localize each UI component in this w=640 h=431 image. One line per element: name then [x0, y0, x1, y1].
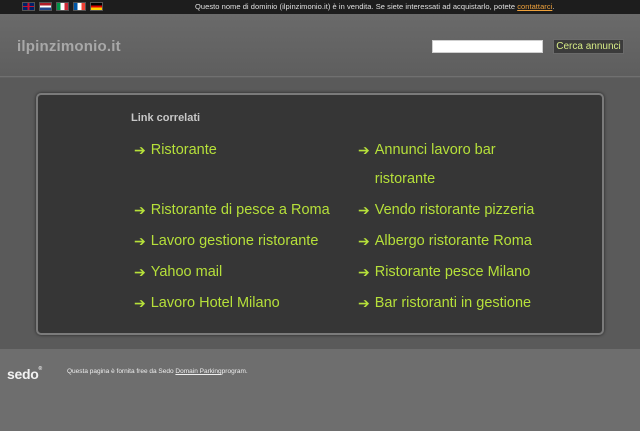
related-link[interactable]: ➔ Bar ristoranti in gestione [358, 289, 531, 318]
arrow-right-icon: ➔ [358, 202, 370, 218]
related-link-label: Albergo ristorante Roma [374, 233, 532, 249]
arrow-right-icon: ➔ [358, 142, 370, 158]
arrow-right-icon: ➔ [134, 295, 146, 311]
arrow-right-icon: ➔ [134, 202, 146, 218]
sedo-logo[interactable]: sedo® [7, 366, 42, 382]
header: ilpinzimonio.it Cerca annunci [0, 14, 640, 77]
arrow-right-icon: ➔ [358, 233, 370, 249]
de-flag-icon[interactable] [90, 2, 103, 11]
related-link[interactable]: ➔ Lavoro Hotel Milano [134, 289, 280, 318]
related-link-label: Yahoo mail [150, 264, 223, 280]
arrow-right-icon: ➔ [134, 142, 146, 158]
domain-sale-notice: Questo nome di dominio (ilpinzimonio.it)… [195, 2, 555, 11]
related-link-label: Ristorante [150, 142, 217, 158]
related-links-panel: Link correlati ➔ Ristorante ➔ Annunci la… [36, 93, 604, 335]
notice-end: . [552, 2, 555, 11]
related-link-label: Bar ristoranti in gestione [374, 295, 532, 311]
related-link-label: Ristorante di pesce a Roma [150, 202, 330, 218]
uk-flag-icon[interactable] [22, 2, 35, 11]
footer-text: Questa pagina è fornita free da Sedo Dom… [67, 368, 248, 375]
related-link-label: Lavoro gestione ristorante [150, 233, 319, 249]
arrow-right-icon: ➔ [134, 233, 146, 249]
related-link-label: Lavoro Hotel Milano [150, 295, 280, 311]
fr-flag-icon[interactable] [73, 2, 86, 11]
site-title: ilpinzimonio.it [17, 38, 121, 55]
panel-title: Link correlati [131, 112, 201, 124]
top-bar: Questo nome di dominio (ilpinzimonio.it)… [0, 0, 640, 14]
footer: sedo® Questa pagina è fornita free da Se… [0, 349, 640, 431]
arrow-right-icon: ➔ [134, 264, 146, 280]
related-link[interactable]: ➔ Ristorante pesce Milano [358, 258, 530, 287]
domain-parking-link[interactable]: Domain Parking [175, 368, 221, 375]
it-flag-icon[interactable] [56, 2, 69, 11]
search-button[interactable]: Cerca annunci [553, 39, 624, 54]
related-link[interactable]: ➔ Albergo ristorante Roma [358, 227, 532, 256]
related-link[interactable]: ➔ Yahoo mail [134, 258, 222, 287]
arrow-right-icon: ➔ [358, 295, 370, 311]
search-input[interactable] [432, 40, 543, 53]
related-link-label: Annunci lavoro bar ristorante [374, 142, 496, 187]
sedo-logo-text: sedo [7, 366, 39, 382]
nl-flag-icon[interactable] [39, 2, 52, 11]
main-content: Link correlati ➔ Ristorante ➔ Annunci la… [0, 78, 640, 349]
related-link[interactable]: ➔ Annunci lavoro bar ristorante [358, 136, 558, 194]
related-link[interactable]: ➔ Ristorante di pesce a Roma [134, 196, 330, 225]
arrow-right-icon: ➔ [358, 264, 370, 280]
footer-text-before: Questa pagina è fornita free da Sedo [67, 368, 176, 375]
related-link[interactable]: ➔ Ristorante [134, 136, 217, 165]
contact-link[interactable]: contattarci [517, 2, 552, 11]
language-flags [22, 2, 103, 11]
related-link-label: Ristorante pesce Milano [374, 264, 531, 280]
related-link[interactable]: ➔ Lavoro gestione ristorante [134, 227, 318, 256]
notice-text: Questo nome di dominio (ilpinzimonio.it)… [195, 2, 518, 11]
related-link-label: Vendo ristorante pizzeria [374, 202, 535, 218]
footer-text-after: program. [221, 368, 248, 375]
related-link[interactable]: ➔ Vendo ristorante pizzeria [358, 196, 534, 225]
